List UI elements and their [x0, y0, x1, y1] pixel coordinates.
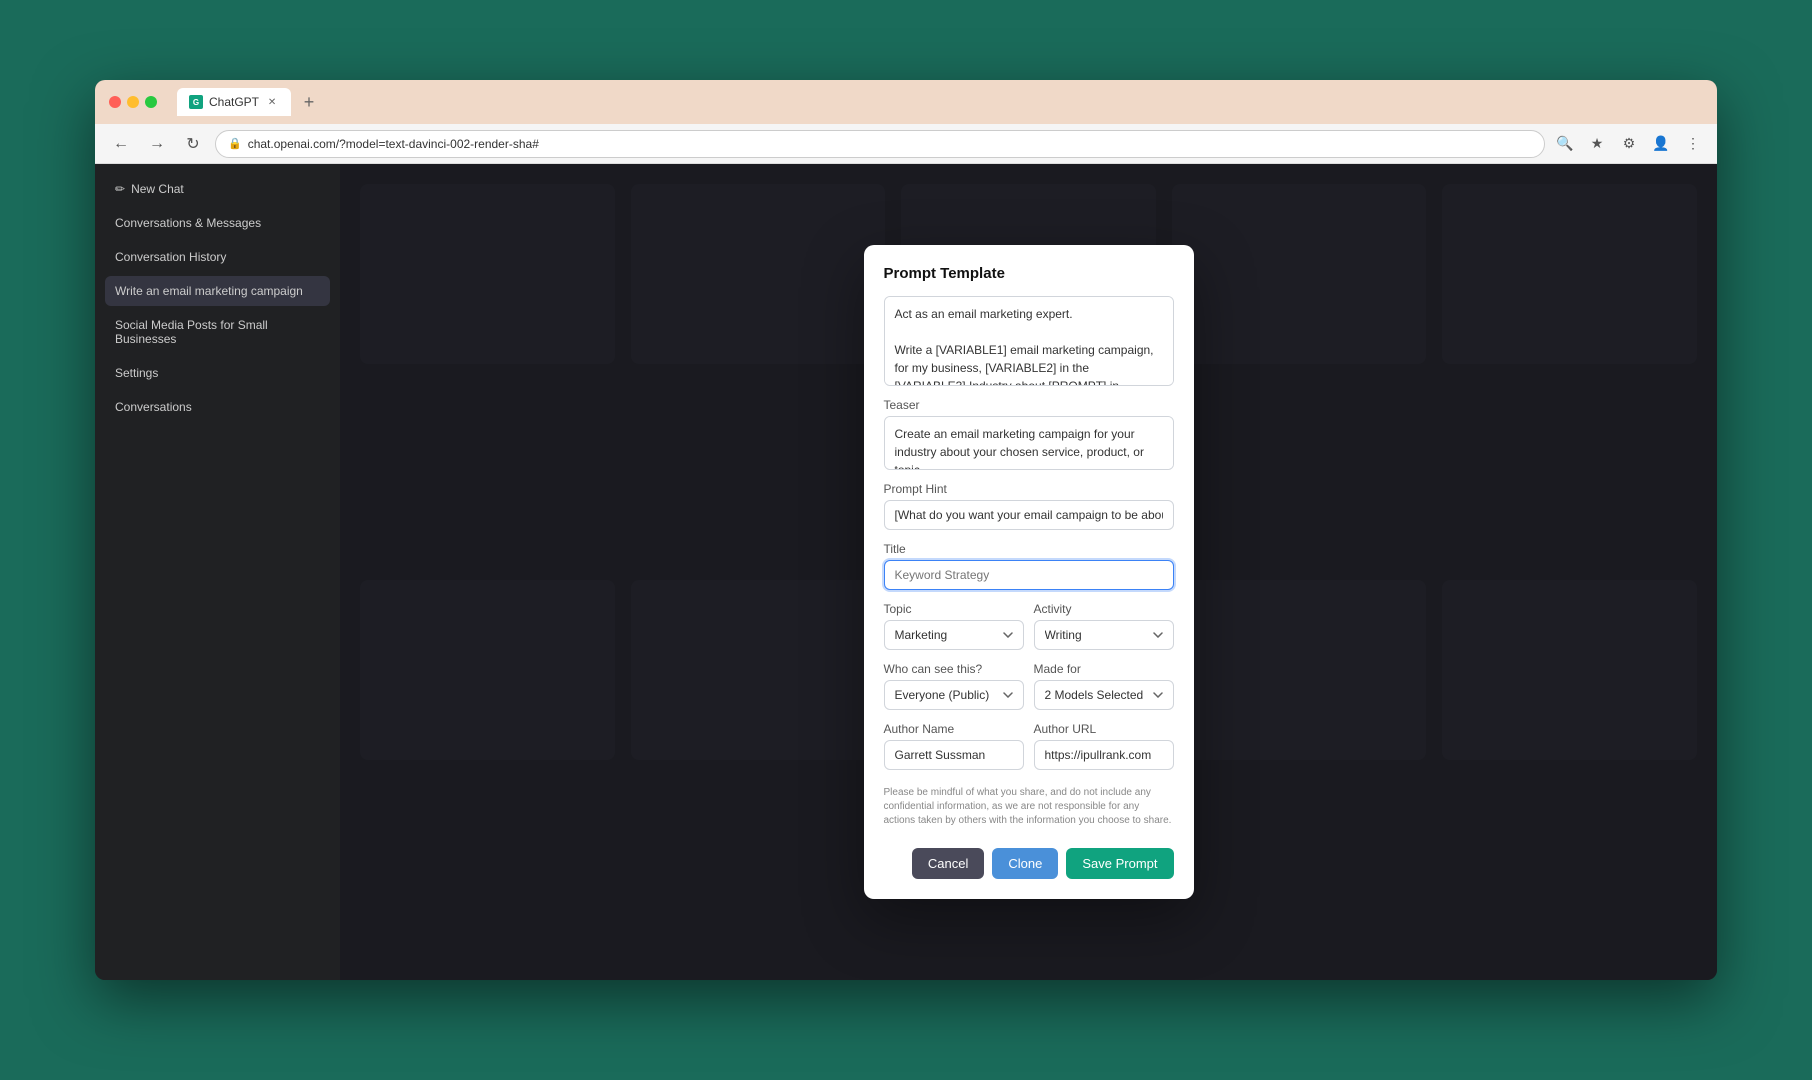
browser-toolbar: ← → ↻ 🔒 chat.openai.com/?model=text-davi… [95, 124, 1717, 164]
tab-title: ChatGPT [209, 95, 259, 109]
forward-button[interactable]: → [143, 130, 171, 158]
sidebar: ✏ New Chat Conversations & Messages Conv… [95, 164, 340, 980]
author-name-input[interactable] [884, 740, 1024, 770]
address-bar[interactable]: 🔒 chat.openai.com/?model=text-davinci-00… [215, 130, 1545, 158]
visibility-made-for-row: Who can see this? Everyone (Public) Made… [884, 662, 1174, 710]
profile-icon[interactable]: 👤 [1649, 132, 1673, 156]
visibility-field: Who can see this? Everyone (Public) [884, 662, 1024, 710]
disclaimer-text: Please be mindful of what you share, and… [884, 782, 1174, 832]
visibility-select[interactable]: Everyone (Public) [884, 680, 1024, 710]
sidebar-item-label: Settings [115, 366, 158, 380]
minimize-button[interactable] [127, 96, 139, 108]
modal-footer: Cancel Clone Save Prompt [884, 848, 1174, 879]
title-label: Title [884, 542, 1174, 556]
tab-favicon: G [189, 95, 203, 109]
traffic-lights [109, 96, 157, 108]
author-name-field: Author Name [884, 722, 1024, 770]
activity-select[interactable]: Writing [1034, 620, 1174, 650]
made-for-select[interactable]: 2 Models Selected [1034, 680, 1174, 710]
topic-activity-row: Topic Marketing Activity Writing [884, 602, 1174, 650]
sidebar-item-label: Conversation History [115, 250, 226, 264]
prompt-template-field [884, 296, 1174, 386]
topic-field: Topic Marketing [884, 602, 1024, 650]
topic-label: Topic [884, 602, 1024, 616]
new-tab-button[interactable]: + [295, 88, 323, 116]
sidebar-item-social[interactable]: Social Media Posts for Small Businesses [105, 310, 330, 354]
prompt-hint-input[interactable] [884, 500, 1174, 530]
sidebar-item-label: Conversations [115, 400, 192, 414]
activity-field: Activity Writing [1034, 602, 1174, 650]
modal-overlay: Prompt Template Teaser Prompt Hint [340, 164, 1717, 980]
author-url-input[interactable] [1034, 740, 1174, 770]
prompt-template-modal: Prompt Template Teaser Prompt Hint [864, 245, 1194, 899]
author-url-field: Author URL [1034, 722, 1174, 770]
sidebar-item-settings[interactable]: Settings [105, 358, 330, 388]
sidebar-item-label: Social Media Posts for Small Businesses [115, 318, 320, 346]
reload-button[interactable]: ↻ [179, 130, 207, 158]
lock-icon: 🔒 [228, 137, 242, 150]
bookmark-icon[interactable]: ★ [1585, 132, 1609, 156]
made-for-field: Made for 2 Models Selected [1034, 662, 1174, 710]
browser-window: G ChatGPT ✕ + ← → ↻ 🔒 chat.openai.com/?m… [95, 80, 1717, 980]
close-button[interactable] [109, 96, 121, 108]
browser-titlebar: G ChatGPT ✕ + [95, 80, 1717, 124]
teaser-textarea[interactable] [884, 416, 1174, 470]
visibility-label: Who can see this? [884, 662, 1024, 676]
prompt-hint-label: Prompt Hint [884, 482, 1174, 496]
save-prompt-button[interactable]: Save Prompt [1066, 848, 1173, 879]
tab-bar: G ChatGPT ✕ + [177, 88, 323, 116]
sidebar-item-history[interactable]: Conversation History [105, 242, 330, 272]
activity-label: Activity [1034, 602, 1174, 616]
sidebar-item-label: Write an email marketing campaign [115, 284, 303, 298]
sidebar-item-convos[interactable]: Conversations [105, 392, 330, 422]
prompt-template-textarea[interactable] [884, 296, 1174, 386]
url-text: chat.openai.com/?model=text-davinci-002-… [248, 137, 539, 151]
sidebar-item-conversations[interactable]: Conversations & Messages [105, 208, 330, 238]
cancel-button[interactable]: Cancel [912, 848, 984, 879]
author-name-label: Author Name [884, 722, 1024, 736]
author-row: Author Name Author URL [884, 722, 1174, 770]
new-chat-icon: ✏ [115, 182, 125, 196]
tab-close-button[interactable]: ✕ [265, 95, 279, 109]
sidebar-item-email[interactable]: Write an email marketing campaign [105, 276, 330, 306]
toolbar-right: 🔍 ★ ⚙ 👤 ⋮ [1553, 132, 1705, 156]
author-url-label: Author URL [1034, 722, 1174, 736]
topic-select[interactable]: Marketing [884, 620, 1024, 650]
teaser-field: Teaser [884, 398, 1174, 470]
sidebar-item-label: New Chat [131, 182, 184, 196]
menu-icon[interactable]: ⋮ [1681, 132, 1705, 156]
maximize-button[interactable] [145, 96, 157, 108]
sidebar-item-new-chat[interactable]: ✏ New Chat [105, 174, 330, 204]
modal-title: Prompt Template [884, 265, 1174, 282]
title-input[interactable] [884, 560, 1174, 590]
back-button[interactable]: ← [107, 130, 135, 158]
sidebar-item-label: Conversations & Messages [115, 216, 261, 230]
extensions-icon[interactable]: ⚙ [1617, 132, 1641, 156]
main-content: Prompt Template Teaser Prompt Hint [340, 164, 1717, 980]
made-for-label: Made for [1034, 662, 1174, 676]
title-field: Title [884, 542, 1174, 590]
active-tab[interactable]: G ChatGPT ✕ [177, 88, 291, 116]
search-icon[interactable]: 🔍 [1553, 132, 1577, 156]
browser-content: ✏ New Chat Conversations & Messages Conv… [95, 164, 1717, 980]
teaser-label: Teaser [884, 398, 1174, 412]
clone-button[interactable]: Clone [992, 848, 1058, 879]
prompt-hint-field: Prompt Hint [884, 482, 1174, 530]
